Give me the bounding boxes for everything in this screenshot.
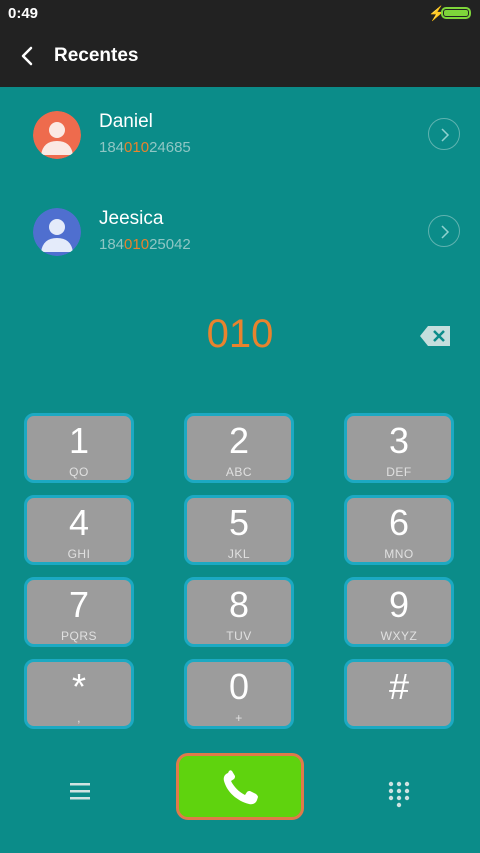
dialpad-toggle-icon[interactable] bbox=[386, 780, 412, 810]
key-1[interactable]: 1 QO bbox=[24, 413, 134, 483]
back-arrow-icon[interactable] bbox=[14, 42, 42, 70]
key-5[interactable]: 5 JKL bbox=[184, 495, 294, 565]
contact-name: Daniel bbox=[99, 111, 153, 132]
app-bar: Recentes bbox=[0, 28, 480, 87]
page-title: Recentes bbox=[54, 45, 139, 66]
status-bar: 0:49 ⚡ bbox=[0, 0, 480, 28]
key-7[interactable]: 7 PQRS bbox=[24, 577, 134, 647]
key-star[interactable]: * , bbox=[24, 659, 134, 729]
contact-row-daniel[interactable]: Daniel 18401024685 bbox=[0, 97, 480, 193]
contact-row-jeesica[interactable]: Jeesica 18401025042 bbox=[0, 194, 480, 290]
keypad: 1 QO 2 ABC 3 DEF 4 GHI 5 JKL 6 MNO 7 PQR… bbox=[24, 413, 456, 731]
voicemail-icon: QO bbox=[69, 465, 89, 479]
key-9[interactable]: 9 WXYZ bbox=[344, 577, 454, 647]
key-0[interactable]: 0 + bbox=[184, 659, 294, 729]
backspace-icon[interactable] bbox=[419, 325, 451, 347]
battery-icon bbox=[441, 7, 471, 19]
avatar bbox=[33, 208, 81, 256]
call-button[interactable] bbox=[176, 753, 304, 820]
key-4[interactable]: 4 GHI bbox=[24, 495, 134, 565]
chevron-right-icon[interactable] bbox=[428, 215, 460, 247]
contact-number: 18401024685 bbox=[99, 139, 191, 156]
menu-icon[interactable] bbox=[64, 780, 96, 804]
key-hash[interactable]: # bbox=[344, 659, 454, 729]
key-8[interactable]: 8 TUV bbox=[184, 577, 294, 647]
chevron-right-icon[interactable] bbox=[428, 118, 460, 150]
key-6[interactable]: 6 MNO bbox=[344, 495, 454, 565]
contact-number: 18401025042 bbox=[99, 236, 191, 253]
bottom-bar bbox=[0, 750, 480, 830]
dialed-number: 010 bbox=[206, 312, 274, 356]
status-time: 0:49 bbox=[8, 5, 39, 22]
contact-name: Jeesica bbox=[99, 208, 164, 229]
key-2[interactable]: 2 ABC bbox=[184, 413, 294, 483]
phone-icon bbox=[223, 770, 258, 805]
key-3[interactable]: 3 DEF bbox=[344, 413, 454, 483]
avatar bbox=[33, 111, 81, 159]
